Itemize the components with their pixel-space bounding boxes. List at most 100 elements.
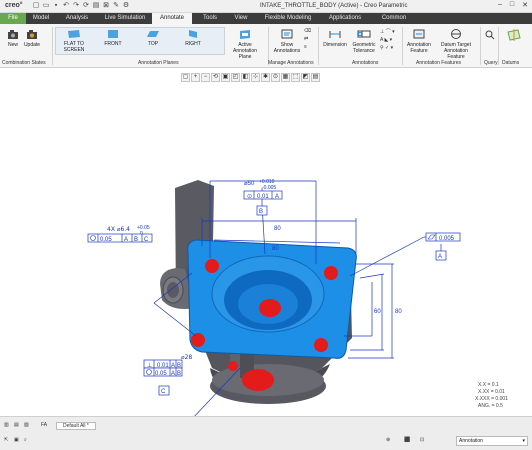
plane-top-icon [147,31,159,37]
windows-icon[interactable]: ▤ [92,2,100,10]
tab-tools[interactable]: Tools [196,13,224,24]
plane-flat-icon [68,30,80,38]
geometric-tolerance-button[interactable]: Geometric Tolerance [350,28,378,54]
dim-80-inner[interactable]: 80 [272,246,279,252]
datum-b-label: B [259,209,263,215]
tab-applications[interactable]: Applications [322,13,368,24]
combination-states-group-label: Combination States [2,60,46,66]
regenerate-icon[interactable]: ⟳ [82,2,90,10]
front-plane-button[interactable]: FRONT [100,29,126,47]
close-button[interactable]: ✕ [522,1,528,9]
save-icon[interactable]: ▪ [52,2,60,10]
navigator-icon[interactable]: ▣ [14,437,19,443]
plane-front-icon [108,30,118,38]
erase-icon[interactable]: ⌫ [304,28,311,34]
symbol-icon[interactable]: ⚲ ✓ ▾ [380,45,395,51]
top-label: TOP [147,41,159,47]
dim-80-outer[interactable]: 80 [274,226,281,232]
datum-target-button[interactable]: Datum Target Annotation Feature [436,28,476,60]
datum-c-label: C [161,389,166,395]
tab-common[interactable]: Common [374,13,414,24]
top-plane-button[interactable]: TOP [140,29,166,47]
combination-state-tab[interactable]: Default All * [56,422,96,430]
cleanup-icon[interactable]: ≡ [304,44,311,50]
new-label: New [7,42,18,48]
find-icon[interactable]: ⌕ [24,437,27,443]
top-bore-dimension[interactable]: ⌀50 +0.010 -0.005 ⊙ 0.01 A B [243,179,283,216]
tol-note-line3: X.XXX = 0.001 [475,396,508,402]
holes-fcf-value: 0.05 [100,237,112,243]
new-file-icon[interactable]: ▢ [32,2,40,10]
hole-pattern-annotation[interactable]: 4X ⌀6.4 +0.05 0 0.05 A B C [87,225,153,243]
top-fcf-value: 0.01 [257,194,269,200]
datums-button[interactable] [504,28,524,44]
zoom-region-icon[interactable]: ⊡ [420,437,424,443]
tab-flexible-modeling[interactable]: Flexible Modeling [258,13,318,24]
move-icon[interactable]: ⇄ [304,36,311,42]
query-button[interactable] [484,30,496,42]
datum-target-label: Datum Target Annotation Feature [441,42,471,60]
selection-filter-value: Annotation [459,438,483,444]
ribbon-tab-bar: File Model Analysis Live Simulation Anno… [0,13,532,24]
active-annotation-plane-button[interactable]: Active Annotation Plane [228,28,262,60]
quick-access-toolbar: ▢ ▭ ▪ ↶ ↷ ⟳ ▤ ⊠ ✎ ⚙ [32,2,130,10]
annotation-features-group-label: Annotation Features [416,60,462,66]
layer-tab[interactable]: FA [41,422,47,428]
gear-icon[interactable]: ⚙ [122,2,130,10]
show-annotations-button[interactable]: Show Annotations [272,28,302,54]
tab-file[interactable]: File [0,13,26,24]
maximize-button[interactable]: □ [510,1,514,9]
graphics-window[interactable]: ▢ + − ⟲ ▣ ◰ ◧ ⊹ ✱ ⊙ ▦ ⬚ ◩ ▤ ⌀50 +0.010 -… [0,68,532,416]
right-label: RIGHT [185,41,201,47]
message-icon[interactable]: ⇱ [4,437,8,443]
layer-toggle-icon[interactable]: ▧ [24,422,29,428]
camera-new-icon [8,30,18,39]
group-separator [52,27,53,65]
dim-80-right[interactable]: 80 [395,309,402,315]
close-window-icon[interactable]: ⊠ [102,2,110,10]
annotation-feature-button[interactable]: Annotation Feature [404,28,434,54]
show-annotations-icon [281,29,293,39]
flat-to-screen-button[interactable]: FLAT TO SCREEN [60,29,88,53]
selection-filter-icon[interactable]: ⊕ [386,437,390,443]
ribbon: New Update Combination States FLAT TO SC… [0,24,532,68]
tab-live-simulation[interactable]: Live Simulation [100,13,150,24]
show-annotations-label: Show Annotations [273,42,301,54]
bore-annotation[interactable]: ⌀28 ⊥ 0.01 A B 0.05 A B C [143,354,192,396]
open-icon[interactable]: ▭ [42,2,50,10]
holes-datum-b: B [134,237,138,243]
camera-update-icon [27,30,37,39]
minimize-button[interactable]: – [498,1,502,9]
annotations-group-label: Annotations [352,60,379,66]
undo-icon[interactable]: ↶ [62,2,70,10]
tab-analysis[interactable]: Analysis [60,13,94,24]
dimension-button[interactable]: Dimension [322,28,348,48]
datum-a-label: A [438,254,442,260]
selection-filter-dropdown[interactable]: Annotation ▾ [456,436,528,446]
bore-fcf2-datum-a: A [171,371,175,377]
active-plane-label: Active Annotation Plane [233,42,257,60]
datum-feature-icon[interactable]: ⊥ ⌒ ▾ [380,28,395,35]
note-icon[interactable]: A ◣ ▾ [380,37,395,43]
geometric-tolerance-icon [357,30,371,38]
general-tolerance-note[interactable]: X.X = 0.1 X.XX = 0.01 X.XXX = 0.001 ANG.… [475,382,508,409]
dim-60-inner[interactable]: 60 [374,309,381,315]
update-combination-button[interactable]: Update [23,28,41,48]
query-icon [485,30,495,40]
top-fcf-symbol: ⊙ [247,193,252,200]
pencil-icon[interactable]: ✎ [112,2,120,10]
plane-right-icon [189,30,197,38]
tol-note-line2: X.XX = 0.01 [478,389,505,395]
tab-view[interactable]: View [228,13,254,24]
flatness-fcf[interactable]: 0.005 A [425,232,461,261]
datum-target-icon [451,29,461,39]
tab-annotate[interactable]: Annotate [152,13,192,24]
right-plane-button[interactable]: RIGHT [180,29,206,47]
redo-icon[interactable]: ↷ [72,2,80,10]
model-tree-toggle-icon[interactable]: ▥ [4,422,9,428]
browser-toggle-icon[interactable]: ▤ [14,422,19,428]
tab-model[interactable]: Model [28,13,54,24]
query-group-label: Query [484,60,498,66]
smart-select-icon[interactable]: ⬛ [404,437,410,443]
new-combination-button[interactable]: New [6,28,20,48]
